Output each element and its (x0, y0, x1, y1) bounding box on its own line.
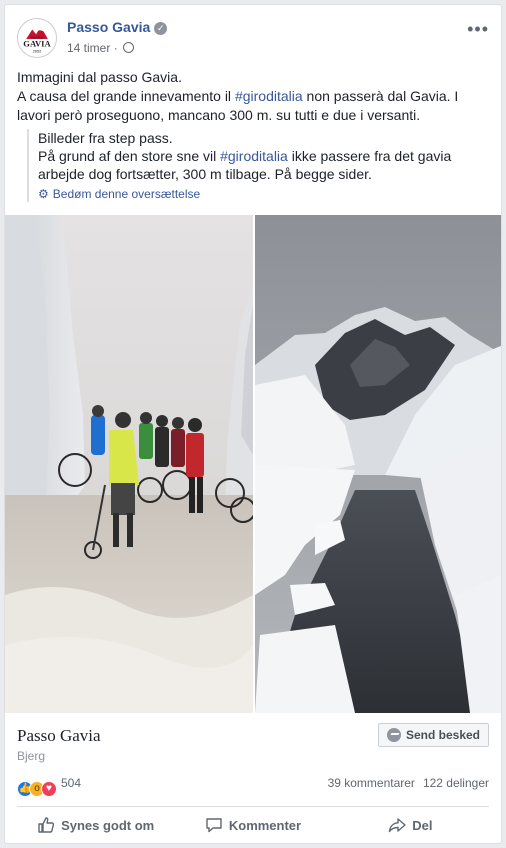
facebook-post-card: GAVIA PASSO 2652 Passo Gavia ✓ 14 timer ·… (4, 4, 502, 844)
send-message-button[interactable]: Send besked (377, 723, 489, 747)
photo-cyclists-snow-corridor[interactable] (5, 215, 253, 713)
send-message-label: Send besked (405, 728, 480, 742)
page-name[interactable]: Passo Gavia (67, 19, 150, 35)
thumbs-up-icon (38, 817, 55, 833)
translation-block: Billeder fra step pass. På grund af den … (27, 129, 489, 202)
photo-right-image (255, 215, 501, 713)
like-button[interactable]: Synes godt om (17, 808, 174, 842)
messenger-icon (386, 728, 401, 742)
page-name-link[interactable]: Passo Gavia ✓ (67, 19, 168, 35)
shares-count-link[interactable]: 122 delinger (423, 776, 489, 790)
globe-icon[interactable] (123, 42, 135, 53)
rate-translation-label[interactable]: Bedøm denne oversættelse (53, 187, 200, 201)
logo-bottom-text: 2652 (33, 49, 41, 53)
engagement-counts: 39 kommentarer 122 delinger (320, 773, 489, 793)
page-card-name[interactable]: Passo Gavia (17, 726, 101, 746)
comments-count-link[interactable]: 39 kommentarer (328, 776, 415, 790)
more-options-icon[interactable]: ••• (467, 19, 489, 40)
meta-separator: · (113, 41, 118, 55)
share-arrow-icon (389, 818, 406, 833)
translation-line1: Billeder fra step pass. (38, 130, 173, 146)
reactions-summary[interactable]: 👍 o ♥ 504 (17, 773, 81, 797)
post-text-line1: Immagini dal passo Gavia. (17, 69, 182, 85)
post-text: Immagini dal passo Gavia. A causa del gr… (17, 68, 489, 125)
page-avatar[interactable]: GAVIA PASSO 2652 (17, 18, 57, 58)
post-text-segment: A causa del grande innevamento il (17, 88, 235, 104)
logo-top-text: PASSO (31, 36, 44, 40)
post-timestamp[interactable]: 14 timer (67, 41, 110, 55)
page-category: Bjerg (17, 749, 46, 763)
comment-label: Kommenter (228, 817, 302, 833)
share-label: Del (412, 817, 433, 833)
translation-segment: På grund af den store sne vil (38, 148, 221, 164)
post-actions-bar: Synes godt om Kommenter Del (17, 808, 489, 842)
passo-gavia-logo: GAVIA PASSO 2652 (18, 19, 56, 57)
gear-icon: ⚙ (38, 187, 49, 201)
translation-line2: På grund af den store sne vil #girodital… (38, 147, 489, 183)
post-header: GAVIA PASSO 2652 Passo Gavia ✓ 14 timer ·… (17, 17, 489, 63)
post-text-line2: A causa del grande innevamento il #girod… (17, 87, 489, 125)
translation-hashtag-link[interactable]: #giroditalia (220, 148, 288, 164)
reaction-count[interactable]: 504 (61, 776, 81, 790)
share-button[interactable]: Del (332, 808, 489, 842)
actions-divider (17, 806, 489, 807)
love-icon: ♥ (41, 781, 57, 797)
comment-button[interactable]: Kommenter (174, 808, 331, 842)
verified-badge-icon: ✓ (154, 22, 168, 35)
photo-snow-cleared-road[interactable] (255, 215, 501, 713)
rate-translation-link[interactable]: ⚙ Bedøm denne oversættelse (38, 186, 489, 202)
photo-left-image (5, 215, 253, 713)
post-meta: 14 timer · (67, 41, 135, 55)
like-label: Synes godt om (61, 817, 155, 833)
comment-icon (206, 818, 222, 833)
logo-main-text: GAVIA (23, 39, 51, 49)
hashtag-link[interactable]: #giroditalia (235, 88, 303, 104)
